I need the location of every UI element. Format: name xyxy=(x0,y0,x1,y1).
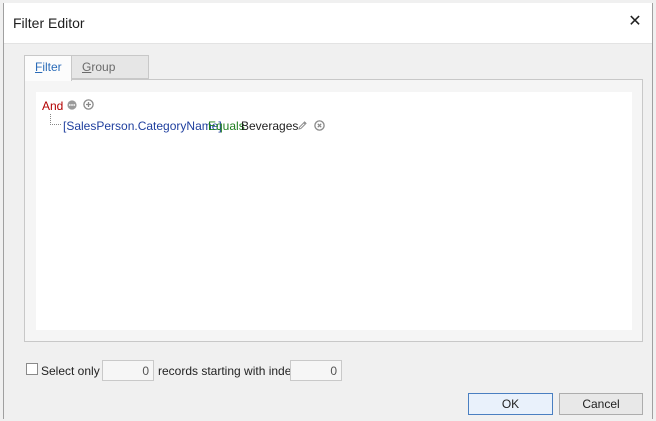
records-starting-label: records starting with index xyxy=(158,364,298,378)
title-bar: Filter Editor ✕ xyxy=(4,3,652,44)
filter-tree: And [SalesPerson.CategoryName] Equals Be… xyxy=(36,92,632,330)
group-operator[interactable]: And xyxy=(42,99,63,113)
dialog-title: Filter Editor xyxy=(13,15,85,31)
condition-operator[interactable]: Equals xyxy=(208,119,245,133)
select-only-checkbox[interactable] xyxy=(26,363,38,375)
ok-button[interactable]: OK xyxy=(468,393,553,415)
select-only-label: Select only xyxy=(41,364,100,378)
condition-value[interactable]: Beverages xyxy=(241,119,298,133)
filter-tab-panel: And [SalesPerson.CategoryName] Equals Be… xyxy=(24,79,643,342)
edit-icon[interactable] xyxy=(297,120,308,131)
tree-connector xyxy=(50,114,61,125)
remove-icon[interactable] xyxy=(314,120,325,131)
add-condition-icon[interactable] xyxy=(83,99,94,110)
record-count-input[interactable]: 0 xyxy=(102,360,154,381)
start-index-input[interactable]: 0 xyxy=(290,360,342,381)
tab-filter-label: ilter xyxy=(42,60,62,74)
tab-filter[interactable]: Filter xyxy=(24,55,72,81)
tab-group-mnemonic: G xyxy=(82,60,92,74)
more-options-icon[interactable] xyxy=(67,100,77,110)
tab-group-filter[interactable]: Group Filter xyxy=(71,55,149,96)
cancel-button[interactable]: Cancel xyxy=(559,393,643,415)
close-icon[interactable]: ✕ xyxy=(626,13,644,31)
condition-field[interactable]: [SalesPerson.CategoryName] xyxy=(63,119,222,133)
